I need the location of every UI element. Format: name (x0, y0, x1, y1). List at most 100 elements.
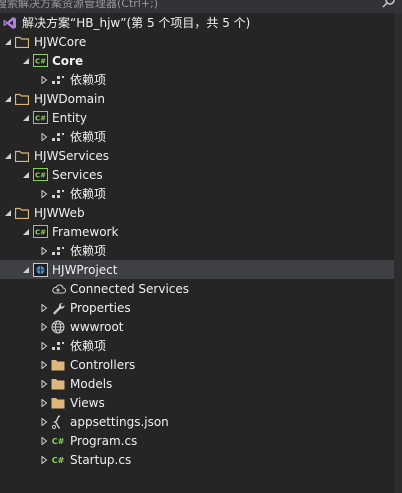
tree-item-hjwweb[interactable]: HJWWeb (0, 203, 402, 222)
search-bar[interactable]: 搜索解决方案资源管理器(Ctrl+;) (0, 0, 402, 13)
expanded-arrow-icon[interactable] (20, 108, 32, 127)
collapsed-arrow-icon[interactable] (38, 317, 50, 336)
tree-item-wwwroot[interactable]: wwwroot (0, 317, 402, 336)
solution-node[interactable]: 解决方案“HB_hjw”(第 5 个项目，共 5 个) (0, 13, 402, 32)
tree-item-startup-cs[interactable]: C# Startup.cs (0, 450, 402, 469)
svg-text:C#: C# (52, 456, 65, 465)
search-input[interactable]: 搜索解决方案资源管理器(Ctrl+;) (0, 0, 158, 11)
tree-item-label: Entity (52, 110, 88, 125)
vs-solution-icon (2, 15, 18, 31)
tree-item-dependencies[interactable]: 依赖项 (0, 336, 402, 355)
svg-text:C#: C# (34, 115, 45, 123)
expanded-arrow-icon[interactable] (20, 51, 32, 70)
dependencies-icon (50, 186, 66, 202)
tree-item-label: Controllers (70, 357, 136, 372)
tree-item-dependencies[interactable]: 依赖项 (0, 241, 402, 260)
dependencies-icon (50, 243, 66, 259)
tree-item-label: 依赖项 (70, 130, 107, 144)
expanded-arrow-icon[interactable] (2, 89, 14, 108)
dependencies-icon (50, 338, 66, 354)
tree-item-label: HJWDomain (34, 91, 105, 106)
tree-item-core[interactable]: C# Core (0, 51, 402, 70)
globe-icon (50, 319, 66, 335)
tree-item-hjwdomain[interactable]: HJWDomain (0, 89, 402, 108)
collapsed-arrow-icon[interactable] (38, 374, 50, 393)
tree-item-label: Models (70, 376, 113, 391)
collapsed-arrow-icon[interactable] (38, 336, 50, 355)
csharp-project-icon: C# (32, 224, 48, 240)
collapsed-arrow-icon[interactable] (38, 298, 50, 317)
dependencies-icon (50, 72, 66, 88)
collapsed-arrow-icon[interactable] (38, 450, 50, 469)
cloud-icon (50, 281, 66, 297)
tree-item-label: Core (52, 53, 84, 68)
tree-item-dependencies[interactable]: 依赖项 (0, 70, 402, 89)
json-file-icon (50, 414, 66, 430)
expanded-arrow-icon[interactable] (20, 165, 32, 184)
tree-item-entity[interactable]: C# Entity (0, 108, 402, 127)
collapsed-arrow-icon[interactable] (38, 355, 50, 374)
csharp-project-icon: C# (32, 110, 48, 126)
expanded-arrow-icon[interactable] (2, 32, 14, 51)
solution-folder-icon (14, 91, 30, 107)
tree-item-connected-services[interactable]: Connected Services (0, 279, 402, 298)
tree-item-dependencies[interactable]: 依赖项 (0, 127, 402, 146)
collapsed-arrow-icon[interactable] (38, 127, 50, 146)
tree-item-label: 依赖项 (70, 339, 107, 353)
tree-item-label: 依赖项 (70, 187, 107, 201)
tree-item-appsettings[interactable]: appsettings.json (0, 412, 402, 431)
tree-item-program-cs[interactable]: C# Program.cs (0, 431, 402, 450)
expanded-arrow-icon[interactable] (2, 203, 14, 222)
tree-item-views[interactable]: Views (0, 393, 402, 412)
tree-item-services[interactable]: C# Services (0, 165, 402, 184)
tree-item-hjwproject[interactable]: HJWProject (0, 260, 402, 279)
tree-item-label: 依赖项 (70, 244, 107, 258)
expanded-arrow-icon[interactable] (20, 260, 32, 279)
tree-item-properties[interactable]: Properties (0, 298, 402, 317)
tree-item-label: 依赖项 (70, 73, 107, 87)
wrench-icon (50, 300, 66, 316)
folder-icon (50, 376, 66, 392)
collapsed-arrow-icon[interactable] (38, 70, 50, 89)
solution-folder-icon (14, 34, 30, 50)
dependencies-icon (50, 129, 66, 145)
collapsed-arrow-icon[interactable] (38, 241, 50, 260)
search-icon[interactable] (382, 0, 396, 8)
svg-text:C#: C# (34, 58, 45, 66)
solution-folder-icon (14, 205, 30, 221)
tree-item-hjwservices[interactable]: HJWServices (0, 146, 402, 165)
svg-text:C#: C# (34, 172, 45, 180)
svg-text:C#: C# (52, 437, 65, 446)
tree-item-label: appsettings.json (70, 414, 169, 429)
expanded-arrow-icon[interactable] (2, 146, 14, 165)
collapsed-arrow-icon[interactable] (38, 412, 50, 431)
solution-label: 解决方案“HB_hjw”(第 5 个项目，共 5 个) (22, 16, 251, 30)
tree-item-dependencies[interactable]: 依赖项 (0, 184, 402, 203)
tree-item-framework[interactable]: C# Framework (0, 222, 402, 241)
tree-item-label: HJWServices (34, 148, 110, 163)
tree-item-label: HJWWeb (34, 205, 85, 220)
tree-item-label: Framework (52, 224, 119, 239)
web-project-icon (32, 262, 48, 278)
csharp-file-icon: C# (50, 433, 66, 449)
collapsed-arrow-icon[interactable] (38, 184, 50, 203)
tree-item-label: HJWCore (34, 34, 87, 49)
tree-item-label: Services (52, 167, 103, 182)
collapsed-arrow-icon[interactable] (38, 431, 50, 450)
folder-icon (50, 357, 66, 373)
tree-item-label: Connected Services (70, 281, 190, 296)
solution-folder-icon (14, 148, 30, 164)
tree-item-models[interactable]: Models (0, 374, 402, 393)
svg-text:C#: C# (34, 229, 45, 237)
tree-item-label: HJWProject (52, 262, 118, 277)
tree-item-label: Views (70, 395, 105, 410)
collapsed-arrow-icon[interactable] (38, 393, 50, 412)
tree-item-controllers[interactable]: Controllers (0, 355, 402, 374)
expanded-arrow-icon[interactable] (20, 222, 32, 241)
csharp-file-icon: C# (50, 452, 66, 468)
tree-item-hjwcore[interactable]: HJWCore (0, 32, 402, 51)
tree-item-label: wwwroot (70, 319, 124, 334)
vertical-scrollbar[interactable] (394, 13, 402, 493)
csharp-project-icon: C# (32, 53, 48, 69)
csharp-project-icon: C# (32, 167, 48, 183)
